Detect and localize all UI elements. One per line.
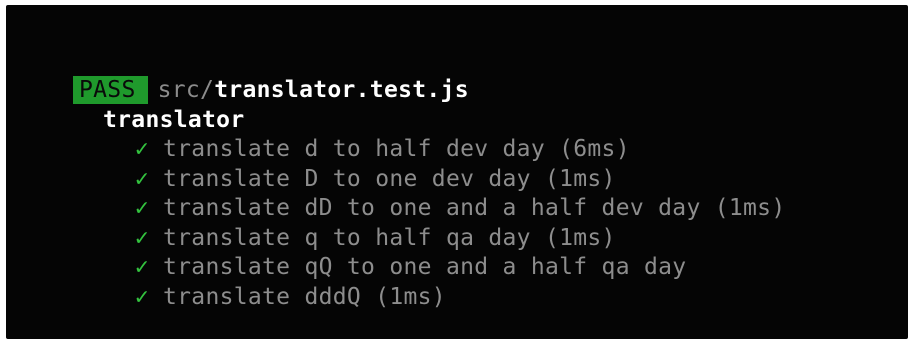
test-label: translate dD to one and a half dev day (… [163,195,786,221]
test-label: translate D to one dev day (1ms) [163,165,616,192]
test-results-list: ✓ translate d to half dev day (6ms) ✓ tran… [131,134,785,311]
suite-name: translator [103,107,245,133]
check-icon: ✓ [134,195,150,221]
test-label: translate qQ to one and a half qa day [163,254,687,280]
test-result-row: ✓ translate q to half qa day (1ms) [131,223,785,253]
check-icon: ✓ [134,136,150,162]
file-name: translator.test.js [214,77,469,103]
test-result-row: ✓ translate dD to one and a half dev day … [131,193,785,223]
pass-badge: PASS [73,76,148,104]
check-icon: ✓ [134,283,150,310]
test-result-row: ✓ translate D to one dev day (1ms) [131,164,785,194]
test-label: translate dddQ (1ms) [163,283,446,310]
test-file-header: PASS src/translator.test.js [73,75,469,105]
check-icon: ✓ [134,165,150,192]
test-result-row: ✓ translate qQ to one and a half qa day [131,252,785,282]
check-icon: ✓ [134,224,150,251]
check-icon: ✓ [134,254,150,280]
file-directory: src/ [157,77,215,103]
terminal-window: PASS src/translator.test.js translator ✓ t… [6,5,908,339]
test-result-row: ✓ translate dddQ (1ms) [131,282,785,312]
test-label: translate d to half dev day (6ms) [163,136,630,162]
test-result-row: ✓ translate d to half dev day (6ms) [131,134,785,164]
test-label: translate q to half qa day (1ms) [163,224,616,251]
